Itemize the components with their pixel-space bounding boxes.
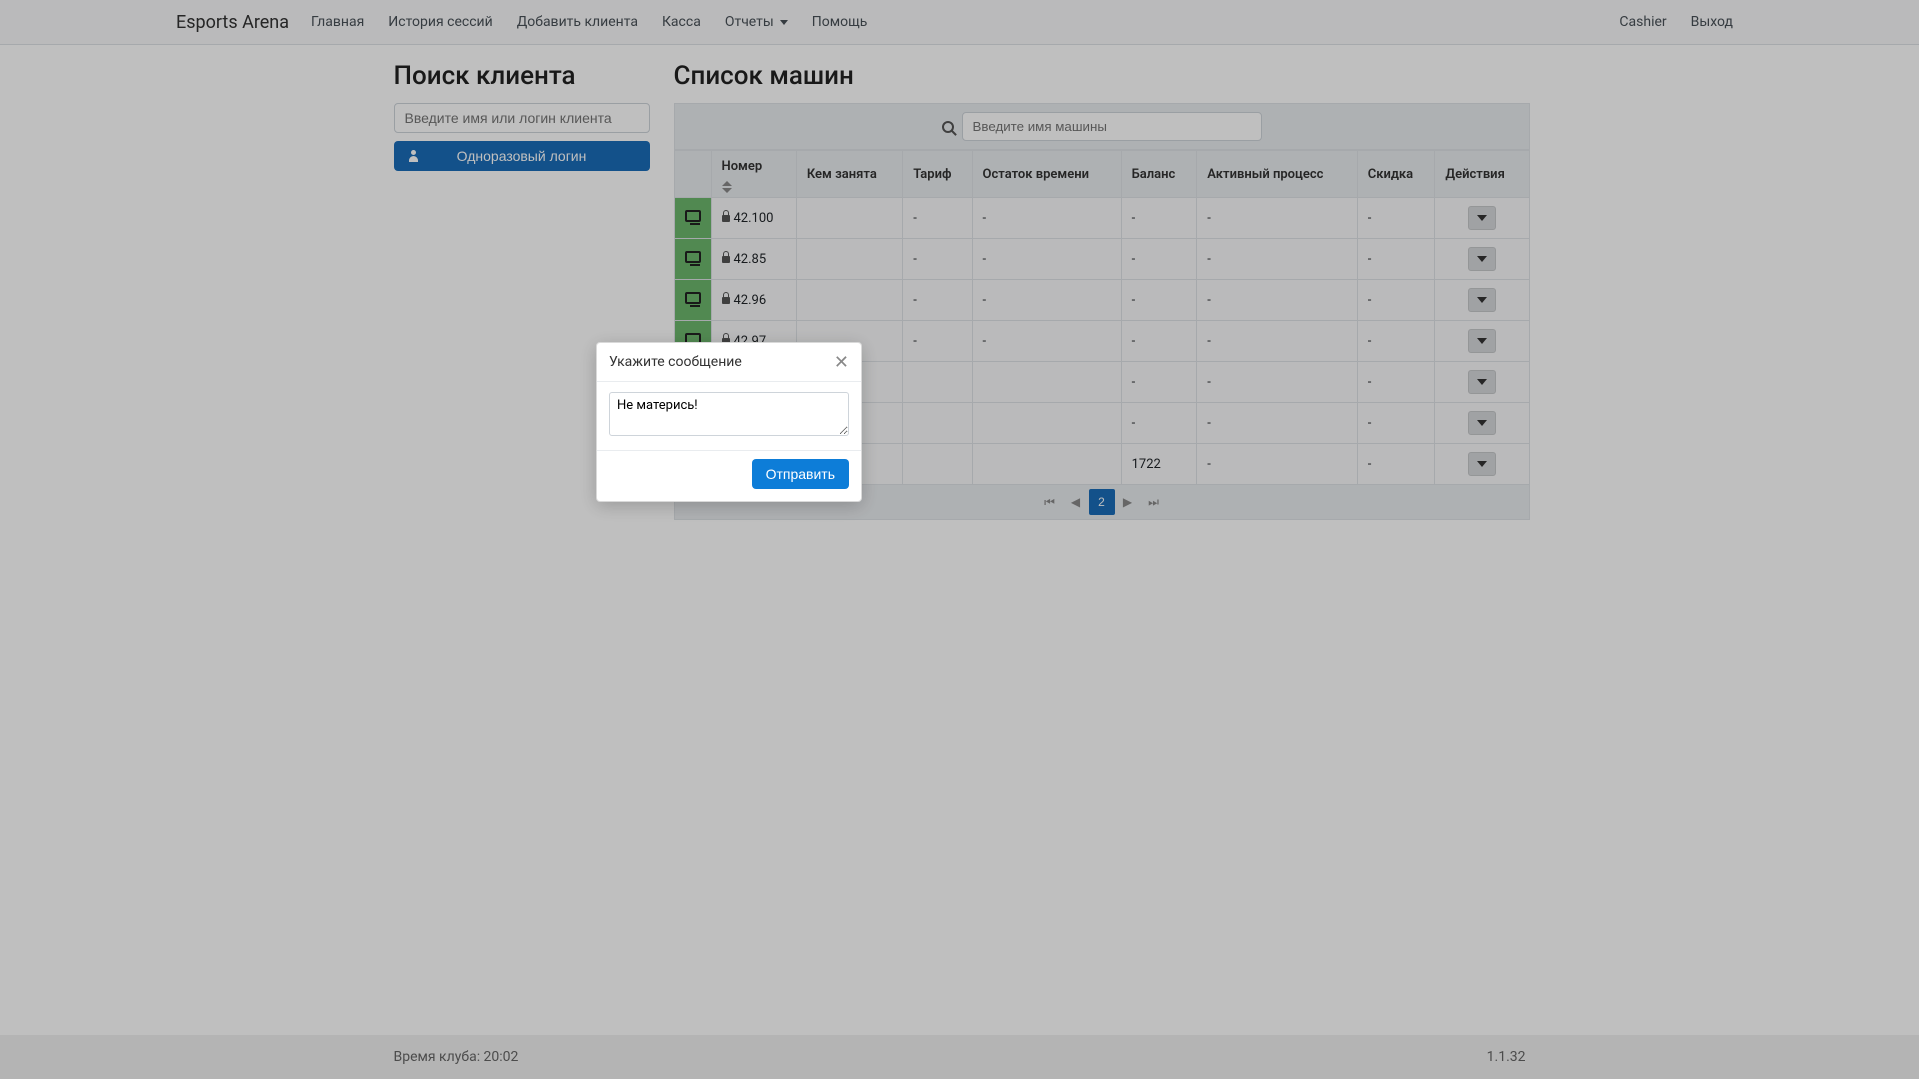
- send-button[interactable]: Отправить: [752, 459, 849, 489]
- message-modal: Укажите сообщение ✕ Отправить: [596, 342, 862, 502]
- modal-body: [597, 382, 861, 450]
- close-icon[interactable]: ✕: [834, 353, 849, 371]
- modal-footer: Отправить: [597, 450, 861, 501]
- modal-title: Укажите сообщение: [609, 354, 742, 370]
- modal-overlay[interactable]: [0, 0, 1919, 1079]
- message-textarea[interactable]: [609, 392, 849, 436]
- modal-header: Укажите сообщение ✕: [597, 343, 861, 382]
